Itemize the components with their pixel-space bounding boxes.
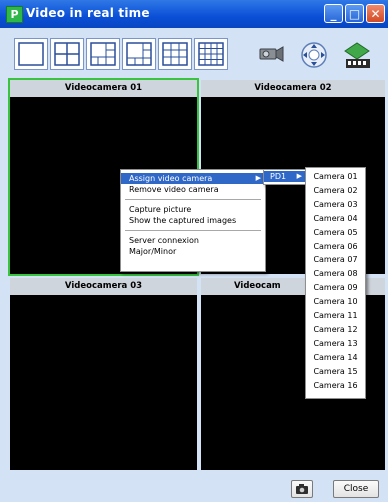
nine-view-icon [162, 42, 188, 66]
camera-icon [296, 484, 308, 494]
record-button[interactable] [338, 38, 372, 70]
menu-item-server-connexion[interactable]: Server connexion [121, 235, 265, 246]
video-window: P Video in real time _ □ ✕ Videocamera 0… [0, 0, 388, 502]
camera-item[interactable]: Camera 10 [306, 296, 365, 308]
cell-label-01: Videocamera 01 [10, 80, 197, 97]
submenu-arrow-icon: ▶ [296, 172, 302, 180]
sixteen-view-icon [198, 42, 224, 66]
maximize-button[interactable]: □ [345, 4, 364, 23]
camera-item[interactable]: Camera 07 [306, 254, 365, 266]
camera-item[interactable]: Camera 14 [306, 352, 365, 364]
close-button[interactable]: Close [333, 480, 379, 498]
close-window-button[interactable]: ✕ [366, 4, 385, 23]
cell-label-02: Videocamera 02 [201, 80, 385, 97]
camera-item[interactable]: Camera 01 [306, 171, 365, 183]
title-bar[interactable]: P Video in real time _ □ ✕ [0, 0, 388, 28]
camera-item[interactable]: Camera 09 [306, 282, 365, 294]
camera-button[interactable] [254, 38, 288, 70]
one-plus-five-view-icon [126, 42, 152, 66]
camera-item[interactable]: Camera 11 [306, 310, 365, 322]
camera-item[interactable]: Camera 06 [306, 241, 365, 253]
pd1-label: PD1 [270, 172, 287, 181]
submenu-arrow-icon: ▶ [255, 174, 261, 182]
menu-item-show-captured-images[interactable]: Show the captured images [121, 215, 265, 226]
layout-1plus5-button[interactable] [122, 38, 156, 70]
camera-item[interactable]: Camera 03 [306, 199, 365, 211]
layout-3x3-button[interactable] [158, 38, 192, 70]
minimize-button[interactable]: _ [324, 4, 343, 23]
record-film-icon [344, 42, 370, 68]
submenu-pd1: PD1 ▶ [263, 169, 307, 185]
video-cell-03[interactable]: Videocamera 03 [10, 278, 197, 470]
menu-item-remove-video-camera[interactable]: Remove video camera [121, 184, 265, 195]
one-plus-three-view-icon [90, 42, 116, 66]
layout-1plus3-button[interactable] [86, 38, 120, 70]
menu-item-major-minor[interactable]: Major/Minor [121, 246, 265, 257]
menu-item-capture-picture[interactable]: Capture picture [121, 204, 265, 215]
layout-toolbar [0, 28, 388, 76]
camera-item[interactable]: Camera 16 [306, 380, 365, 392]
menu-separator [125, 199, 261, 200]
camera-item[interactable]: Camera 12 [306, 324, 365, 336]
ptz-control-button[interactable] [296, 38, 330, 70]
camera-item[interactable]: Camera 02 [306, 185, 365, 197]
layout-4x4-button[interactable] [194, 38, 228, 70]
quad-view-icon [54, 42, 80, 66]
snapshot-button[interactable] [291, 480, 313, 498]
single-view-icon [18, 42, 44, 66]
cell-label-03: Videocamera 03 [10, 278, 197, 295]
menu-item-assign-video-camera[interactable]: Assign video camera ▶ [121, 173, 265, 184]
ptz-control-icon [301, 42, 327, 68]
camera-item[interactable]: Camera 04 [306, 213, 365, 225]
window-title: Video in real time [26, 6, 150, 20]
app-icon: P [6, 6, 23, 23]
camera-item[interactable]: Camera 15 [306, 366, 365, 378]
video-camera-icon [259, 46, 284, 62]
layout-2x2-button[interactable] [50, 38, 84, 70]
bottom-bar: Close [0, 474, 388, 502]
layout-1x1-button[interactable] [14, 38, 48, 70]
context-menu: Assign video camera ▶ Remove video camer… [120, 169, 266, 272]
camera-item[interactable]: Camera 05 [306, 227, 365, 239]
menu-separator [125, 230, 261, 231]
menu-item-pd1[interactable]: PD1 ▶ [264, 171, 306, 182]
camera-list-menu: Camera 01 Camera 02 Camera 03 Camera 04 Came… [305, 167, 366, 399]
menu-label-assign: Assign video camera [129, 174, 213, 183]
camera-item[interactable]: Camera 13 [306, 338, 365, 350]
camera-item[interactable]: Camera 08 [306, 268, 365, 280]
